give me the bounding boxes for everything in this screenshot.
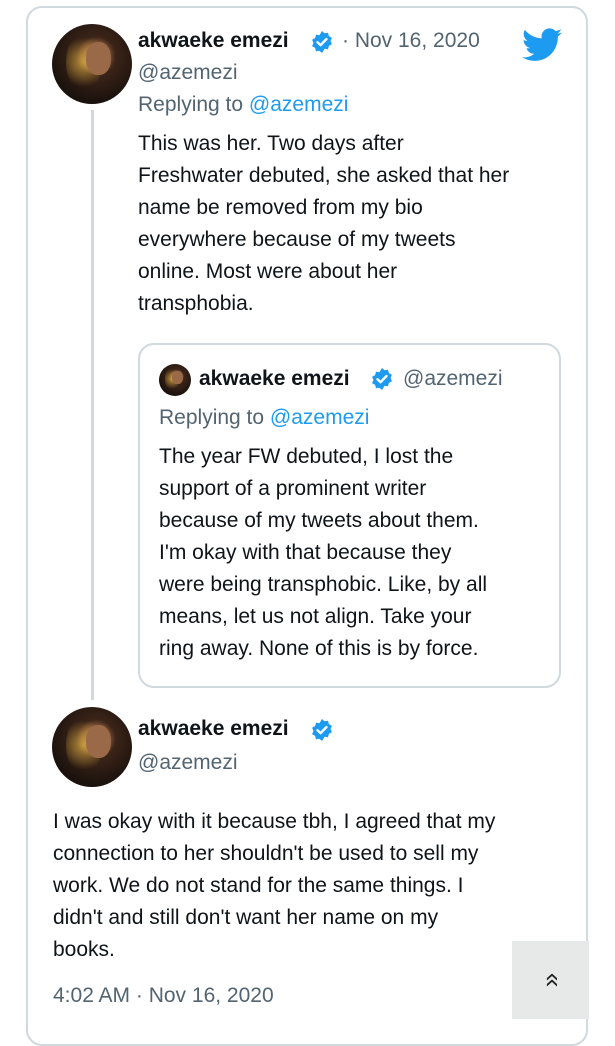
tweet-text: This was her. Two days after Freshwater … <box>138 128 509 320</box>
display-name[interactable]: akwaeke emezi <box>138 29 289 53</box>
verified-badge-icon <box>312 719 332 741</box>
avatar[interactable] <box>52 24 132 104</box>
replying-to-label: Replying to <box>138 93 249 116</box>
tweet-text-line: were being transphobic. Like, by all <box>159 573 488 596</box>
tweet-text-line: books. <box>53 938 115 961</box>
tweet-text-line: didn't and still don't want her name on … <box>53 906 439 929</box>
quoted-display-name: akwaeke emezi <box>199 367 350 390</box>
scroll-to-top-button[interactable]: » <box>512 941 589 1019</box>
tweet-text-line: name be removed from my bio <box>138 196 423 219</box>
tweet-text-line: transphobia. <box>138 292 254 315</box>
replying-to-handle: @azemezi <box>269 406 370 429</box>
tweet-text-line: I was okay with it because tbh, I agreed… <box>53 810 496 833</box>
quoted-user-handle: @azemezi <box>403 367 503 390</box>
user-handle[interactable]: @azemezi <box>138 61 238 85</box>
replying-to-label: Replying to <box>159 406 270 429</box>
quoted-tweet-text: The year FW debuted, I lost the support … <box>159 441 487 665</box>
user-handle[interactable]: @azemezi <box>138 751 238 775</box>
tweet-text-line: everywhere because of my tweets <box>138 228 456 251</box>
tweet-date[interactable]: · Nov 16, 2020 <box>342 29 480 53</box>
tweet-text-line: I'm okay with that because they <box>159 541 452 564</box>
tweet-timestamp[interactable]: 4:02 AM · Nov 16, 2020 <box>53 984 274 1008</box>
tweet-text-line: connection to her shouldn't be used to s… <box>53 842 479 865</box>
tweet-text-line: support of a prominent writer <box>159 477 427 500</box>
replying-to-handle[interactable]: @azemezi <box>249 93 349 116</box>
tweet-text-line: work. We do not stand for the same thing… <box>53 874 464 897</box>
tweet-text-line: because of my tweets about them. <box>159 509 479 532</box>
quoted-avatar <box>159 364 191 396</box>
tweet-text: I was okay with it because tbh, I agreed… <box>53 806 495 966</box>
avatar[interactable] <box>52 707 132 787</box>
display-name[interactable]: akwaeke emezi <box>138 717 289 741</box>
quoted-replying-to: Replying to @azemezi <box>159 406 369 430</box>
twitter-bird-icon[interactable] <box>522 28 562 62</box>
tweet-text-line: means, let us not align. Take your <box>159 605 472 628</box>
tweet-text-line: The year FW debuted, I lost the <box>159 445 454 468</box>
verified-badge-icon <box>372 368 392 390</box>
verified-badge-icon <box>312 31 332 53</box>
tweet-text-line: online. Most were about her <box>138 260 398 283</box>
double-chevron-up-icon: » <box>535 972 566 988</box>
replying-to: Replying to @azemezi <box>138 93 348 117</box>
tweet-text-line: Freshwater debuted, she asked that her <box>138 164 510 187</box>
tweet-text-line: ring away. None of this is by force. <box>159 637 479 660</box>
thread-connector-line <box>91 110 94 700</box>
tweet-text-line: This was her. Two days after <box>138 132 404 155</box>
